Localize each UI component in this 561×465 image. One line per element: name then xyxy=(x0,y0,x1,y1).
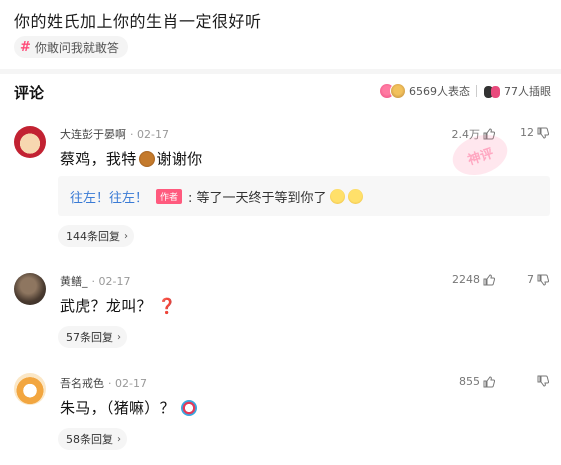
comment-meta: 黄鳝_ · 02-17 xyxy=(60,273,130,289)
username[interactable]: 大连彭于晏啊 xyxy=(60,126,126,142)
hashtag-icon: # xyxy=(20,39,31,55)
like-count: 855 xyxy=(459,375,480,388)
topic-tag[interactable]: # 你敢问我就敢答 xyxy=(14,36,128,58)
dog-emoji-icon xyxy=(138,150,155,167)
avatar[interactable] xyxy=(14,373,46,405)
comment-text-after: 谢谢你 xyxy=(156,150,203,168)
like-count: 2248 xyxy=(452,273,480,286)
dislike-button[interactable] xyxy=(534,375,549,387)
thumb-down-icon xyxy=(537,375,549,387)
pleading-emoji-icon xyxy=(347,188,363,204)
author-badge: 作者 xyxy=(156,188,183,204)
author-reply[interactable]: 往左！往左！ 作者 : 等了一天终于等到你了 xyxy=(58,176,550,216)
username[interactable]: 吾名戒色 xyxy=(60,375,104,391)
reply-text: : 等了一天终于等到你了 xyxy=(188,190,327,206)
comments-title: 评论 xyxy=(14,84,45,102)
comment-meta: 吾名戒色 · 02-17 xyxy=(60,375,147,391)
chevron-right-icon: › xyxy=(117,433,121,445)
eyes-icon xyxy=(483,85,501,98)
stats-separator xyxy=(476,85,477,97)
thumb-down-icon xyxy=(537,274,549,286)
thumb-up-icon xyxy=(483,273,495,285)
clown-emoji-icon xyxy=(180,399,197,416)
like-button[interactable]: 855 xyxy=(459,375,495,388)
dislike-count: 12 xyxy=(520,126,534,139)
reaction-emoji-stack xyxy=(379,83,406,99)
comment-text: 蔡鸡，我特 谢谢你 xyxy=(60,148,202,169)
view-replies-button[interactable]: 57条回复 › xyxy=(58,326,127,348)
avatar[interactable] xyxy=(14,126,46,158)
like-button[interactable]: 2248 xyxy=(452,273,495,286)
comment-text-before: 蔡鸡，我特 xyxy=(60,150,137,168)
chevron-right-icon: › xyxy=(117,331,121,343)
view-replies-button[interactable]: 58条回复 › xyxy=(58,428,127,450)
reply-username[interactable]: 往左！往左！ xyxy=(70,187,148,206)
comments-header: 评论 6569人表态 77人插眼 xyxy=(0,74,561,110)
question-mark-icon: ❓ xyxy=(157,296,177,315)
pleading-emoji-icon xyxy=(329,188,345,204)
reply-count-label: 57条回复 xyxy=(66,331,113,344)
comment-stats[interactable]: 6569人表态 77人插眼 xyxy=(379,83,551,99)
comment-meta: 大连彭于晏啊 · 02-17 xyxy=(60,126,169,142)
comment-date: · 02-17 xyxy=(91,274,131,288)
face-reaction-icon xyxy=(390,83,406,99)
thumb-up-icon xyxy=(483,375,495,387)
comment-date: · 02-17 xyxy=(108,376,147,390)
username[interactable]: 黄鳝_ xyxy=(60,273,88,289)
watchers-count: 77人插眼 xyxy=(504,85,551,98)
dislike-button[interactable]: 12 xyxy=(520,126,549,139)
dislike-button[interactable]: 7 xyxy=(527,273,549,286)
comment-text-body: 朱马，（猪嘛）？ xyxy=(60,399,175,417)
topic-label: 你敢问我就敢答 xyxy=(34,40,119,55)
post-title: 你的姓氏加上你的生肖一定很好听 xyxy=(14,12,262,31)
avatar[interactable] xyxy=(14,273,46,305)
comment-text-body: 武虎？龙叫？ xyxy=(60,297,152,315)
reply-count-label: 58条回复 xyxy=(66,433,113,446)
chevron-right-icon: › xyxy=(124,230,128,242)
dislike-count: 7 xyxy=(527,273,534,286)
comment-text: 武虎？龙叫？ ❓ xyxy=(60,295,177,316)
reply-count-label: 144条回复 xyxy=(66,230,120,243)
comment-date: · 02-17 xyxy=(130,127,169,141)
comment-text: 朱马，（猪嘛）？ xyxy=(60,397,199,418)
thumb-down-icon xyxy=(537,127,549,139)
reactions-count: 6569人表态 xyxy=(409,85,470,98)
view-replies-button[interactable]: 144条回复 › xyxy=(58,225,134,247)
